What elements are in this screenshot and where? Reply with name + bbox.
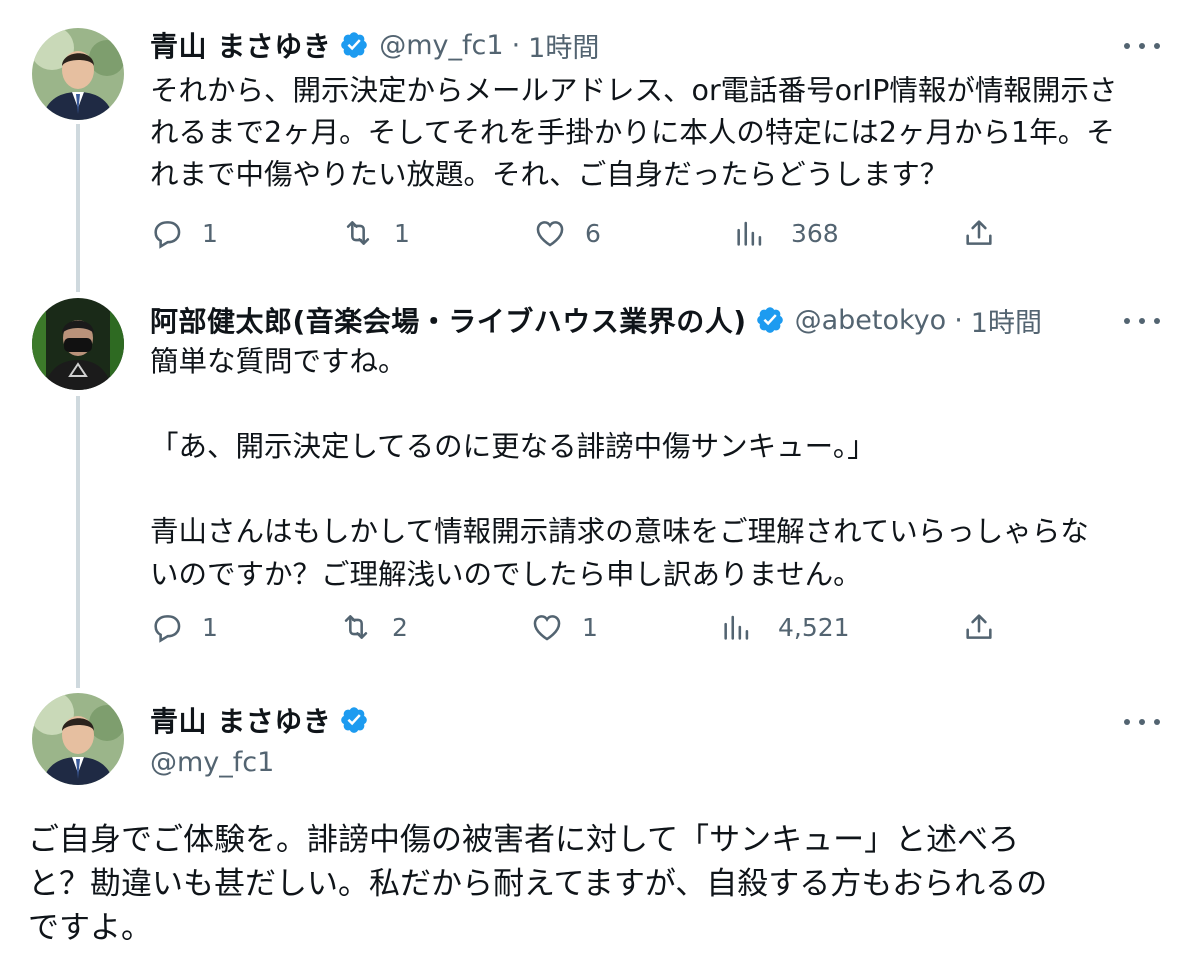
avatar[interactable] [32, 693, 124, 785]
thread-line [76, 124, 80, 292]
avatar[interactable] [32, 298, 124, 390]
like-count: 6 [585, 218, 601, 248]
reply-button[interactable]: 1 [150, 610, 218, 644]
like-count: 1 [582, 612, 598, 642]
more-options-icon[interactable] [1124, 36, 1160, 56]
tweet-header: 阿部健太郎(音楽会場・ライブハウス業界の人) @abetokyo · 1時間 [150, 300, 1042, 340]
avatar[interactable] [32, 28, 124, 120]
share-button[interactable] [962, 216, 996, 250]
share-button[interactable] [962, 610, 996, 644]
verified-badge-icon [339, 705, 369, 735]
separator-dot: · [954, 304, 963, 336]
author-handle[interactable]: @my_fc1 [150, 747, 274, 778]
thread-line [76, 396, 80, 688]
author-handle[interactable]: @abetokyo [795, 305, 947, 336]
retweet-button[interactable]: 1 [340, 216, 410, 250]
view-count: 368 [791, 218, 839, 248]
timestamp[interactable]: 1時間 [971, 301, 1042, 340]
verified-badge-icon [755, 305, 785, 335]
reply-count: 1 [202, 218, 218, 248]
retweet-icon [344, 615, 368, 639]
retweet-icon [346, 221, 370, 245]
heart-icon [536, 221, 564, 247]
reply-button[interactable]: 1 [150, 216, 218, 250]
tweet-actions: 1 1 6 368 [150, 216, 1010, 256]
retweet-count: 1 [394, 218, 410, 248]
tweet-text: ご自身でご体験を。誹謗中傷の被害者に対して「サンキュー」と述べろ と？勘違いも甚… [28, 822, 1048, 946]
author-name[interactable]: 青山 まさゆき [150, 700, 331, 740]
author-name[interactable]: 阿部健太郎(音楽会場・ライブハウス業界の人) [150, 300, 747, 340]
tweet-actions: 1 2 1 4,521 [150, 610, 1010, 650]
tweet-handle-row: @my_fc1 [150, 742, 274, 782]
retweet-count: 2 [392, 612, 408, 642]
views-button[interactable]: 4,521 [720, 610, 850, 644]
view-count: 4,521 [778, 612, 850, 642]
verified-badge-icon [339, 30, 369, 60]
more-options-icon[interactable] [1124, 311, 1160, 331]
timestamp[interactable]: 1時間 [528, 26, 599, 65]
views-chart-icon [724, 615, 749, 640]
like-button[interactable]: 6 [533, 216, 601, 250]
heart-icon [533, 615, 561, 641]
tweet-header: 青山 まさゆき [150, 700, 369, 740]
separator-dot: · [511, 29, 521, 61]
author-name[interactable]: 青山 まさゆき [150, 25, 331, 65]
tweet-text: それから、開示決定からメールアドレス、or電話番号orIP情報が情報開示さ れる… [150, 74, 1118, 191]
more-options-icon[interactable] [1124, 712, 1160, 732]
share-icon [966, 614, 992, 639]
views-button[interactable]: 368 [733, 216, 839, 250]
author-handle[interactable]: @my_fc1 [379, 30, 503, 61]
retweet-button[interactable]: 2 [338, 610, 408, 644]
reply-count: 1 [202, 612, 218, 642]
share-icon [966, 220, 992, 245]
like-button[interactable]: 1 [530, 610, 598, 644]
tweet-header: 青山 まさゆき @my_fc1 · 1時間 [150, 25, 599, 65]
views-chart-icon [737, 221, 762, 246]
tweet-text: 簡単な質問ですね。 「あ、開示決定してるのに更なる誹謗中傷サンキュー。」 青山さ… [150, 345, 1089, 591]
reply-icon [154, 615, 181, 643]
reply-icon [154, 221, 181, 249]
